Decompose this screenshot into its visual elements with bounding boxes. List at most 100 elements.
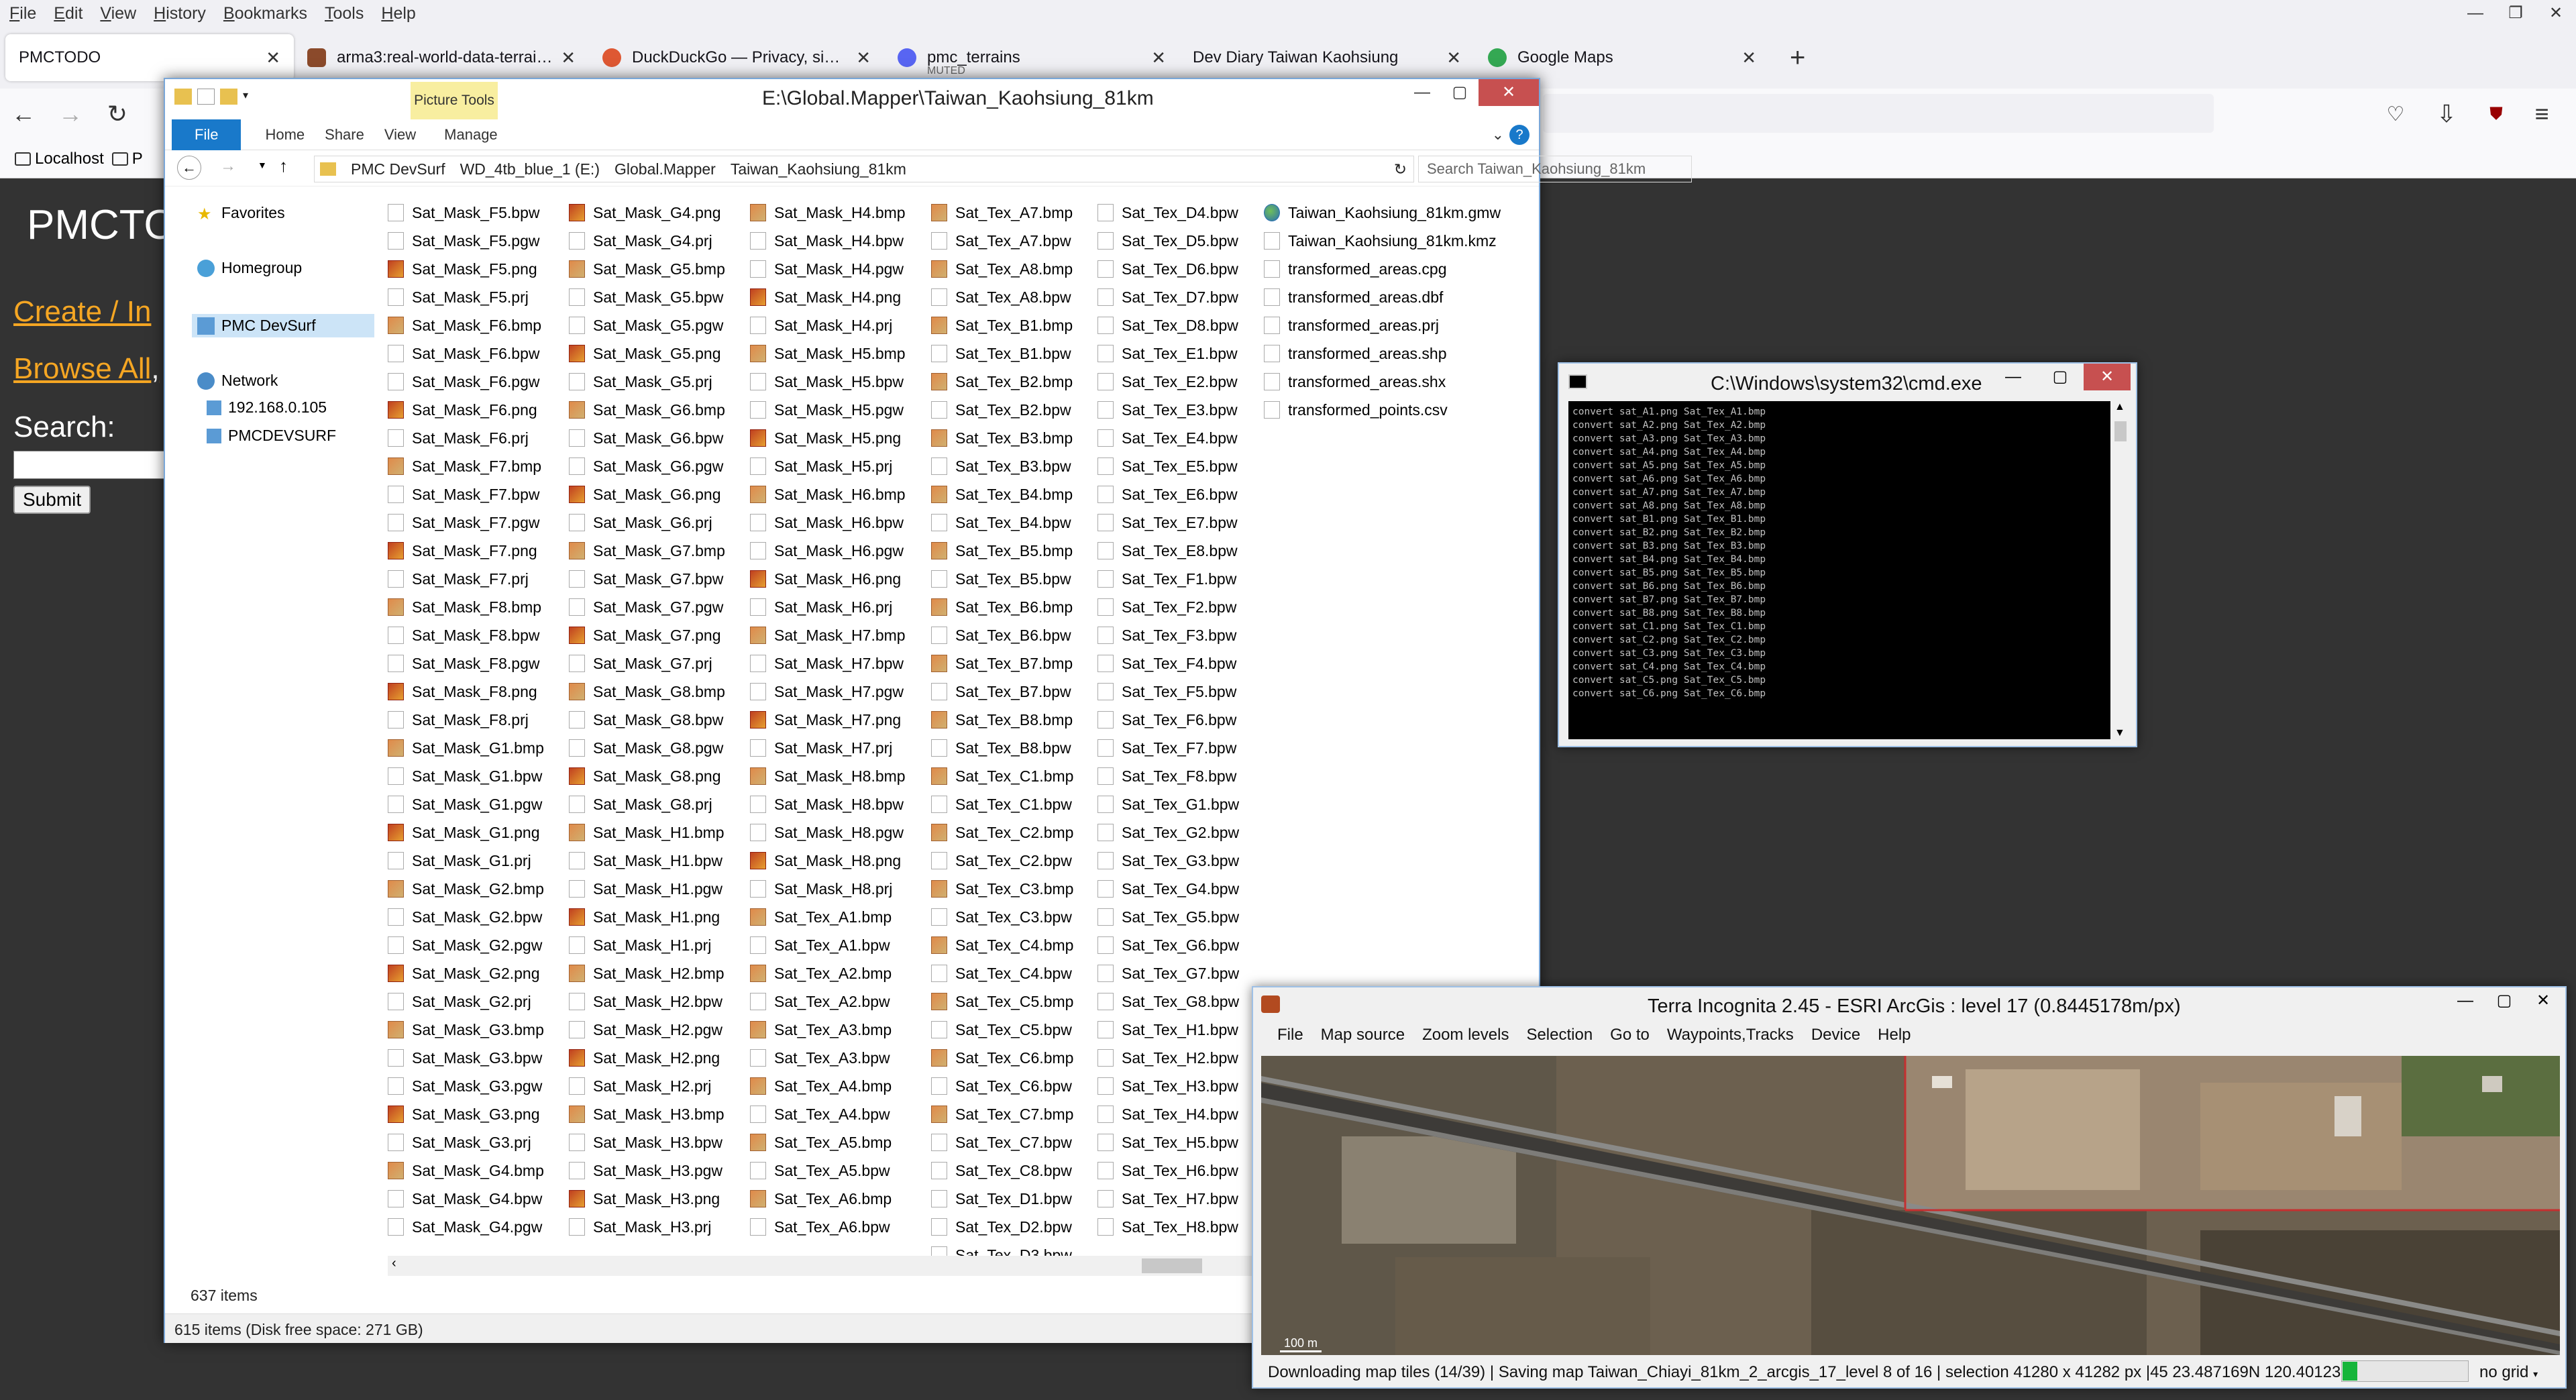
- file-item[interactable]: Sat_Tex_F1.bpw: [1097, 565, 1239, 593]
- file-item[interactable]: Sat_Tex_B2.bpw: [931, 396, 1073, 424]
- breadcrumb-pc[interactable]: PMC DevSurf: [351, 160, 445, 178]
- file-item[interactable]: Sat_Tex_A5.bpw: [750, 1156, 906, 1185]
- file-item[interactable]: Sat_Tex_B6.bmp: [931, 593, 1073, 621]
- file-item[interactable]: Sat_Mask_G8.prj: [569, 790, 725, 818]
- close-tab-icon[interactable]: ✕: [266, 48, 280, 68]
- file-item[interactable]: Sat_Tex_A8.bmp: [931, 255, 1073, 283]
- file-item[interactable]: Sat_Tex_E4.bpw: [1097, 424, 1239, 452]
- nav-homegroup[interactable]: Homegroup: [197, 259, 302, 277]
- file-item[interactable]: Sat_Mask_F5.bpw: [388, 199, 544, 227]
- file-item[interactable]: Sat_Tex_D5.bpw: [1097, 227, 1239, 255]
- file-item[interactable]: Sat_Mask_G2.pgw: [388, 931, 544, 959]
- file-item[interactable]: Sat_Mask_H8.pgw: [750, 818, 906, 847]
- file-item[interactable]: Sat_Tex_A4.bpw: [750, 1100, 906, 1128]
- file-item[interactable]: Sat_Tex_H7.bpw: [1097, 1185, 1239, 1213]
- maximize-icon[interactable]: ▢: [2037, 364, 2084, 390]
- file-item[interactable]: Sat_Tex_C5.bmp: [931, 987, 1073, 1016]
- file-item[interactable]: Sat_Mask_G5.png: [569, 339, 725, 368]
- expand-ribbon-icon[interactable]: ⌄: [1492, 126, 1504, 144]
- file-item[interactable]: Sat_Tex_D4.bpw: [1097, 199, 1239, 227]
- file-item[interactable]: Sat_Mask_F6.bpw: [388, 339, 544, 368]
- file-item[interactable]: Sat_Tex_E1.bpw: [1097, 339, 1239, 368]
- file-item[interactable]: Sat_Tex_F8.bpw: [1097, 762, 1239, 790]
- file-item[interactable]: Sat_Tex_G7.bpw: [1097, 959, 1239, 987]
- scroll-down-icon[interactable]: ▼: [2114, 727, 2125, 739]
- close-tab-icon[interactable]: ✕: [1151, 48, 1166, 68]
- file-item[interactable]: Sat_Tex_A4.bmp: [750, 1072, 906, 1100]
- file-item[interactable]: Sat_Tex_H1.bpw: [1097, 1016, 1239, 1044]
- file-item[interactable]: Sat_Mask_G6.prj: [569, 508, 725, 537]
- file-item[interactable]: Sat_Tex_E2.bpw: [1097, 368, 1239, 396]
- downloads-icon[interactable]: ⇩: [2423, 100, 2470, 128]
- file-item[interactable]: Sat_Tex_F2.bpw: [1097, 593, 1239, 621]
- file-item[interactable]: transformed_areas.dbf: [1264, 283, 1501, 311]
- file-item[interactable]: Sat_Tex_A7.bmp: [931, 199, 1073, 227]
- nav-pc[interactable]: PMC DevSurf: [192, 314, 374, 337]
- new-tab-icon[interactable]: +: [1790, 43, 1805, 73]
- file-item[interactable]: Sat_Mask_H1.bmp: [569, 818, 725, 847]
- browse-all-link-text[interactable]: Browse All: [13, 352, 151, 385]
- file-item[interactable]: Sat_Tex_B2.bmp: [931, 368, 1073, 396]
- file-item[interactable]: Sat_Mask_H6.bpw: [750, 508, 906, 537]
- file-item[interactable]: Sat_Tex_C5.bpw: [931, 1016, 1073, 1044]
- file-item[interactable]: Sat_Tex_C4.bpw: [931, 959, 1073, 987]
- file-item[interactable]: Sat_Mask_F5.pgw: [388, 227, 544, 255]
- bookmark-item[interactable]: P: [111, 150, 143, 168]
- file-item[interactable]: Sat_Tex_A6.bmp: [750, 1185, 906, 1213]
- file-item[interactable]: Sat_Mask_H3.pgw: [569, 1156, 725, 1185]
- file-item[interactable]: Sat_Mask_H6.pgw: [750, 537, 906, 565]
- file-item[interactable]: Sat_Mask_G2.bmp: [388, 875, 544, 903]
- file-item[interactable]: Sat_Mask_G4.png: [569, 199, 725, 227]
- file-item[interactable]: Sat_Tex_C3.bmp: [931, 875, 1073, 903]
- terra-menu-item[interactable]: Help: [1878, 1026, 1911, 1044]
- url-bar[interactable]: [1543, 94, 2214, 133]
- maximize-icon[interactable]: ▢: [1441, 79, 1479, 106]
- file-item[interactable]: Sat_Tex_A1.bpw: [750, 931, 906, 959]
- breadcrumb-drive[interactable]: WD_4tb_blue_1 (E:): [460, 160, 600, 178]
- properties-icon[interactable]: [197, 89, 215, 105]
- file-item[interactable]: Sat_Tex_B1.bmp: [931, 311, 1073, 339]
- back-icon[interactable]: ←: [177, 156, 201, 180]
- cmd-output[interactable]: convert sat_A1.png Sat_Tex_A1.bmp convert…: [1568, 401, 2110, 739]
- file-item[interactable]: Sat_Mask_F7.png: [388, 537, 544, 565]
- file-item[interactable]: Sat_Tex_C7.bpw: [931, 1128, 1073, 1156]
- file-item[interactable]: Sat_Mask_G2.prj: [388, 987, 544, 1016]
- file-item[interactable]: Sat_Mask_F6.pgw: [388, 368, 544, 396]
- file-item[interactable]: Sat_Tex_G6.bpw: [1097, 931, 1239, 959]
- file-item[interactable]: Sat_Tex_C2.bmp: [931, 818, 1073, 847]
- file-item[interactable]: Sat_Mask_G1.bmp: [388, 734, 544, 762]
- menu-edit[interactable]: Edit: [54, 4, 83, 23]
- file-item[interactable]: Sat_Mask_G1.prj: [388, 847, 544, 875]
- menu-help[interactable]: Help: [381, 4, 415, 23]
- file-item[interactable]: Sat_Tex_B8.bpw: [931, 734, 1073, 762]
- file-item[interactable]: Sat_Tex_C1.bmp: [931, 762, 1073, 790]
- create-link[interactable]: Create / In: [13, 295, 151, 329]
- file-item[interactable]: Sat_Mask_H8.png: [750, 847, 906, 875]
- file-item[interactable]: Sat_Tex_B4.bmp: [931, 480, 1073, 508]
- file-item[interactable]: Sat_Mask_G7.bpw: [569, 565, 725, 593]
- file-item[interactable]: Sat_Mask_G3.prj: [388, 1128, 544, 1156]
- file-item[interactable]: Sat_Mask_H6.png: [750, 565, 906, 593]
- minimize-icon[interactable]: —: [1403, 79, 1441, 106]
- ribbon-file-tab[interactable]: File: [172, 119, 241, 150]
- file-item[interactable]: Sat_Mask_H3.bpw: [569, 1128, 725, 1156]
- file-item[interactable]: Sat_Mask_F5.prj: [388, 283, 544, 311]
- file-item[interactable]: Sat_Mask_H3.png: [569, 1185, 725, 1213]
- file-item[interactable]: Sat_Mask_G1.png: [388, 818, 544, 847]
- file-item[interactable]: Sat_Tex_A7.bpw: [931, 227, 1073, 255]
- scrollbar-thumb[interactable]: [2114, 421, 2127, 441]
- file-item[interactable]: Sat_Mask_H2.png: [569, 1044, 725, 1072]
- menu-history[interactable]: History: [154, 4, 206, 23]
- forward-icon[interactable]: →: [220, 157, 236, 176]
- file-item[interactable]: Sat_Mask_G4.bpw: [388, 1185, 544, 1213]
- file-item[interactable]: Sat_Mask_G2.bpw: [388, 903, 544, 931]
- file-item[interactable]: Sat_Mask_G6.bpw: [569, 424, 725, 452]
- explorer-search-input[interactable]: Search Taiwan_Kaohsiung_81km: [1418, 156, 1692, 182]
- file-item[interactable]: Sat_Mask_G5.bmp: [569, 255, 725, 283]
- file-item[interactable]: Sat_Mask_G8.pgw: [569, 734, 725, 762]
- file-item[interactable]: Sat_Mask_F7.pgw: [388, 508, 544, 537]
- nav-network-item[interactable]: 192.168.0.105: [207, 398, 327, 417]
- file-item[interactable]: Sat_Mask_H6.bmp: [750, 480, 906, 508]
- file-item[interactable]: Sat_Mask_G4.pgw: [388, 1213, 544, 1241]
- file-item[interactable]: Sat_Tex_A1.bmp: [750, 903, 906, 931]
